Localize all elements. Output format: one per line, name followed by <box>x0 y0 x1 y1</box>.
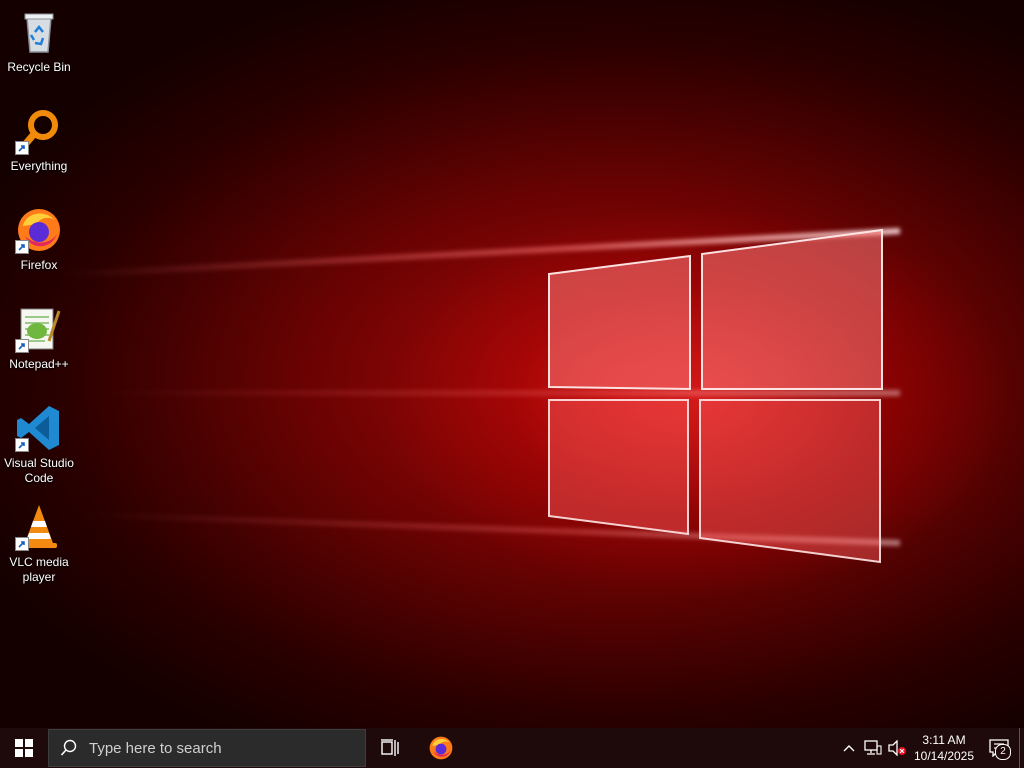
search-icon <box>49 739 89 757</box>
desktop-icon-vscode[interactable]: Visual Studio Code <box>0 404 78 486</box>
shortcut-arrow-icon <box>15 339 29 353</box>
vscode-icon <box>15 404 63 452</box>
shortcut-arrow-icon <box>15 240 29 254</box>
desktop-icon-firefox[interactable]: Firefox <box>0 206 78 273</box>
volume-muted-icon <box>888 740 906 756</box>
notepad-plus-plus-icon <box>15 305 63 353</box>
search-placeholder: Type here to search <box>89 739 222 757</box>
desktop-icon-recycle-bin[interactable]: Recycle Bin <box>0 8 78 75</box>
logo-pane <box>548 399 689 536</box>
logo-pane <box>548 254 691 391</box>
taskbar-search-box[interactable]: Type here to search <box>48 729 366 767</box>
logo-pane <box>699 399 881 564</box>
everything-search-icon <box>15 107 63 155</box>
show-hidden-icons-button[interactable] <box>837 728 861 768</box>
windows-logo-wallpaper <box>548 228 883 564</box>
desktop-icon-label: Notepad++ <box>9 357 69 371</box>
clock-date: 10/14/2025 <box>913 749 975 763</box>
firefox-icon <box>429 736 453 760</box>
task-view-icon <box>381 739 399 756</box>
firefox-icon <box>15 206 63 254</box>
desktop-icon-everything[interactable]: Everything <box>0 107 78 174</box>
logo-pane <box>701 228 883 390</box>
desktop-icon-label: Recycle Bin <box>7 60 71 74</box>
shortcut-arrow-icon <box>15 537 29 551</box>
volume-button[interactable] <box>885 728 909 768</box>
action-center-button[interactable]: 2 <box>979 728 1019 768</box>
network-icon <box>864 740 882 755</box>
desktop-wallpaper: Recycle Bin Everything Firefox Notepad++… <box>0 0 1024 728</box>
taskbar-firefox-button[interactable] <box>416 728 466 768</box>
desktop-icon-notepad-plus-plus[interactable]: Notepad++ <box>0 305 78 372</box>
notification-count-badge: 2 <box>995 744 1011 760</box>
clock-button[interactable]: 3:11 AM 10/14/2025 <box>909 732 979 764</box>
desktop-icon-label: VLC media player <box>9 555 69 584</box>
task-view-button[interactable] <box>366 728 416 768</box>
shortcut-arrow-icon <box>15 141 29 155</box>
shortcut-arrow-icon <box>15 438 29 452</box>
taskbar: Type here to search 3:11 AM 10/14/2025 2 <box>0 728 1024 768</box>
windows-start-icon <box>15 739 33 757</box>
vlc-icon <box>15 503 63 551</box>
network-button[interactable] <box>861 728 885 768</box>
show-desktop-button[interactable] <box>1019 728 1024 768</box>
desktop-icon-vlc[interactable]: VLC media player <box>0 503 78 585</box>
clock-time: 3:11 AM <box>922 733 966 747</box>
start-button[interactable] <box>0 728 48 768</box>
system-tray: 3:11 AM 10/14/2025 2 <box>837 728 1024 768</box>
chevron-up-icon <box>843 745 855 752</box>
desktop-icon-label: Firefox <box>20 258 58 272</box>
desktop-icon-label: Everything <box>10 159 68 173</box>
desktop-icon-label: Visual Studio Code <box>4 456 74 485</box>
recycle-bin-icon <box>15 8 63 56</box>
